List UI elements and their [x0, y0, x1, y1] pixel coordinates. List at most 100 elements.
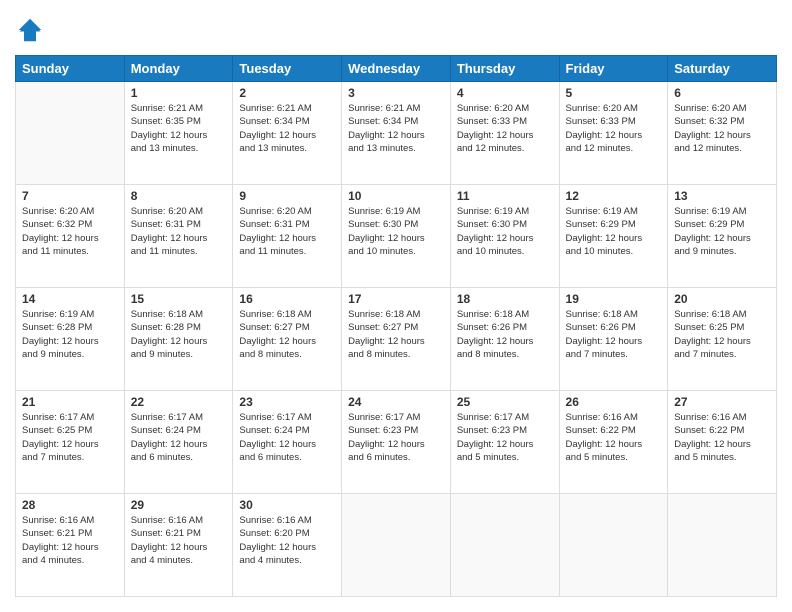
- table-row: 29Sunrise: 6:16 AM Sunset: 6:21 PM Dayli…: [124, 494, 233, 597]
- day-number: 20: [674, 292, 770, 306]
- day-number: 3: [348, 86, 444, 100]
- day-number: 30: [239, 498, 335, 512]
- table-row: 21 Sunrise: 6:17 AM Sunset: 6:25 PM Dayli…: [16, 391, 125, 494]
- day-number: 4: [457, 86, 553, 100]
- day-number: 13: [674, 189, 770, 203]
- day-info: Sunrise: 6:17 AM Sunset: 6:25 PM Dayligh…: [22, 411, 118, 464]
- table-row: 20 Sunrise: 6:18 AM Sunset: 6:25 PM Dayli…: [668, 288, 777, 391]
- day-number: 28: [22, 498, 118, 512]
- table-row: [668, 494, 777, 597]
- day-number: 27: [674, 395, 770, 409]
- table-row: [450, 494, 559, 597]
- day-info: Sunrise: 6:21 AM Sunset: 6:35 PM Dayligh…: [131, 102, 227, 155]
- logo: [15, 15, 49, 45]
- day-info: Sunrise: 6:18 AM Sunset: 6:26 PM Dayligh…: [566, 308, 662, 361]
- day-number: 10: [348, 189, 444, 203]
- day-number: 17: [348, 292, 444, 306]
- table-row: 13 Sunrise: 6:19 AM Sunset: 6:29 PM Dayli…: [668, 185, 777, 288]
- table-row: 7 Sunrise: 6:20 AM Sunset: 6:32 PM Daylig…: [16, 185, 125, 288]
- table-row: [559, 494, 668, 597]
- day-info: Sunrise: 6:20 AM Sunset: 6:33 PM Dayligh…: [566, 102, 662, 155]
- day-info: Sunrise: 6:18 AM Sunset: 6:26 PM Dayligh…: [457, 308, 553, 361]
- day-info: Sunrise: 6:19 AM Sunset: 6:30 PM Dayligh…: [348, 205, 444, 258]
- day-info: Sunrise: 6:19 AM Sunset: 6:30 PM Dayligh…: [457, 205, 553, 258]
- day-info: Sunrise: 6:18 AM Sunset: 6:28 PM Dayligh…: [131, 308, 227, 361]
- day-number: 11: [457, 189, 553, 203]
- table-row: 15Sunrise: 6:18 AM Sunset: 6:28 PM Dayli…: [124, 288, 233, 391]
- calendar-week-row: 1 Sunrise: 6:21 AM Sunset: 6:35 PM Daylig…: [16, 82, 777, 185]
- day-info: Sunrise: 6:17 AM Sunset: 6:24 PM Dayligh…: [239, 411, 335, 464]
- header-wednesday: Wednesday: [342, 56, 451, 82]
- header-monday: Monday: [124, 56, 233, 82]
- day-info: Sunrise: 6:16 AM Sunset: 6:21 PM Dayligh…: [22, 514, 118, 567]
- table-row: 30 Sunrise: 6:16 AM Sunset: 6:20 PM Dayli…: [233, 494, 342, 597]
- day-number: 12: [566, 189, 662, 203]
- day-info: Sunrise: 6:18 AM Sunset: 6:25 PM Dayligh…: [674, 308, 770, 361]
- header-sunday: Sunday: [16, 56, 125, 82]
- table-row: [16, 82, 125, 185]
- day-info: Sunrise: 6:20 AM Sunset: 6:33 PM Dayligh…: [457, 102, 553, 155]
- calendar-week-row: 28 Sunrise: 6:16 AM Sunset: 6:21 PM Dayli…: [16, 494, 777, 597]
- day-number: 1: [131, 86, 227, 100]
- table-row: 14 Sunrise: 6:19 AM Sunset: 6:28 PM Dayli…: [16, 288, 125, 391]
- header-friday: Friday: [559, 56, 668, 82]
- day-number: 16: [239, 292, 335, 306]
- table-row: 26 Sunrise: 6:16 AM Sunset: 6:22 PM Dayli…: [559, 391, 668, 494]
- day-info: Sunrise: 6:16 AM Sunset: 6:20 PM Dayligh…: [239, 514, 335, 567]
- day-number: 14: [22, 292, 118, 306]
- day-info: Sunrise: 6:19 AM Sunset: 6:29 PM Dayligh…: [674, 205, 770, 258]
- day-number: 25: [457, 395, 553, 409]
- day-number: 29: [131, 498, 227, 512]
- table-row: 11 Sunrise: 6:19 AM Sunset: 6:30 PM Dayli…: [450, 185, 559, 288]
- table-row: [342, 494, 451, 597]
- table-row: 24Sunrise: 6:17 AM Sunset: 6:23 PM Dayli…: [342, 391, 451, 494]
- header-saturday: Saturday: [668, 56, 777, 82]
- day-info: Sunrise: 6:20 AM Sunset: 6:32 PM Dayligh…: [22, 205, 118, 258]
- day-info: Sunrise: 6:16 AM Sunset: 6:22 PM Dayligh…: [674, 411, 770, 464]
- day-info: Sunrise: 6:21 AM Sunset: 6:34 PM Dayligh…: [348, 102, 444, 155]
- day-number: 26: [566, 395, 662, 409]
- day-number: 19: [566, 292, 662, 306]
- table-row: 28 Sunrise: 6:16 AM Sunset: 6:21 PM Dayli…: [16, 494, 125, 597]
- day-number: 22: [131, 395, 227, 409]
- day-number: 2: [239, 86, 335, 100]
- table-row: 25 Sunrise: 6:17 AM Sunset: 6:23 PM Dayli…: [450, 391, 559, 494]
- table-row: 8 Sunrise: 6:20 AM Sunset: 6:31 PM Daylig…: [124, 185, 233, 288]
- day-info: Sunrise: 6:18 AM Sunset: 6:27 PM Dayligh…: [239, 308, 335, 361]
- page: Sunday Monday Tuesday Wednesday Thursday…: [0, 0, 792, 612]
- table-row: 23 Sunrise: 6:17 AM Sunset: 6:24 PM Dayli…: [233, 391, 342, 494]
- table-row: 17 Sunrise: 6:18 AM Sunset: 6:27 PM Dayli…: [342, 288, 451, 391]
- table-row: 19 Sunrise: 6:18 AM Sunset: 6:26 PM Dayli…: [559, 288, 668, 391]
- day-number: 8: [131, 189, 227, 203]
- calendar-week-row: 21 Sunrise: 6:17 AM Sunset: 6:25 PM Dayli…: [16, 391, 777, 494]
- table-row: 4 Sunrise: 6:20 AM Sunset: 6:33 PM Daylig…: [450, 82, 559, 185]
- table-row: 12 Sunrise: 6:19 AM Sunset: 6:29 PM Dayli…: [559, 185, 668, 288]
- day-info: Sunrise: 6:20 AM Sunset: 6:32 PM Dayligh…: [674, 102, 770, 155]
- day-number: 23: [239, 395, 335, 409]
- day-number: 21: [22, 395, 118, 409]
- header-thursday: Thursday: [450, 56, 559, 82]
- table-row: 22 Sunrise: 6:17 AM Sunset: 6:24 PM Dayli…: [124, 391, 233, 494]
- day-number: 7: [22, 189, 118, 203]
- day-info: Sunrise: 6:20 AM Sunset: 6:31 PM Dayligh…: [239, 205, 335, 258]
- header: [15, 15, 777, 45]
- day-info: Sunrise: 6:17 AM Sunset: 6:24 PM Dayligh…: [131, 411, 227, 464]
- day-number: 18: [457, 292, 553, 306]
- table-row: 3 Sunrise: 6:21 AM Sunset: 6:34 PM Daylig…: [342, 82, 451, 185]
- day-number: 24: [348, 395, 444, 409]
- day-info: Sunrise: 6:19 AM Sunset: 6:28 PM Dayligh…: [22, 308, 118, 361]
- calendar-week-row: 14 Sunrise: 6:19 AM Sunset: 6:28 PM Dayli…: [16, 288, 777, 391]
- day-number: 6: [674, 86, 770, 100]
- calendar-table: Sunday Monday Tuesday Wednesday Thursday…: [15, 55, 777, 597]
- day-info: Sunrise: 6:16 AM Sunset: 6:22 PM Dayligh…: [566, 411, 662, 464]
- day-info: Sunrise: 6:19 AM Sunset: 6:29 PM Dayligh…: [566, 205, 662, 258]
- logo-icon: [15, 15, 45, 45]
- day-info: Sunrise: 6:21 AM Sunset: 6:34 PM Dayligh…: [239, 102, 335, 155]
- table-row: 18 Sunrise: 6:18 AM Sunset: 6:26 PM Dayli…: [450, 288, 559, 391]
- day-info: Sunrise: 6:20 AM Sunset: 6:31 PM Dayligh…: [131, 205, 227, 258]
- day-number: 9: [239, 189, 335, 203]
- day-info: Sunrise: 6:18 AM Sunset: 6:27 PM Dayligh…: [348, 308, 444, 361]
- table-row: 9 Sunrise: 6:20 AM Sunset: 6:31 PM Daylig…: [233, 185, 342, 288]
- table-row: 10 Sunrise: 6:19 AM Sunset: 6:30 PM Dayli…: [342, 185, 451, 288]
- day-info: Sunrise: 6:17 AM Sunset: 6:23 PM Dayligh…: [457, 411, 553, 464]
